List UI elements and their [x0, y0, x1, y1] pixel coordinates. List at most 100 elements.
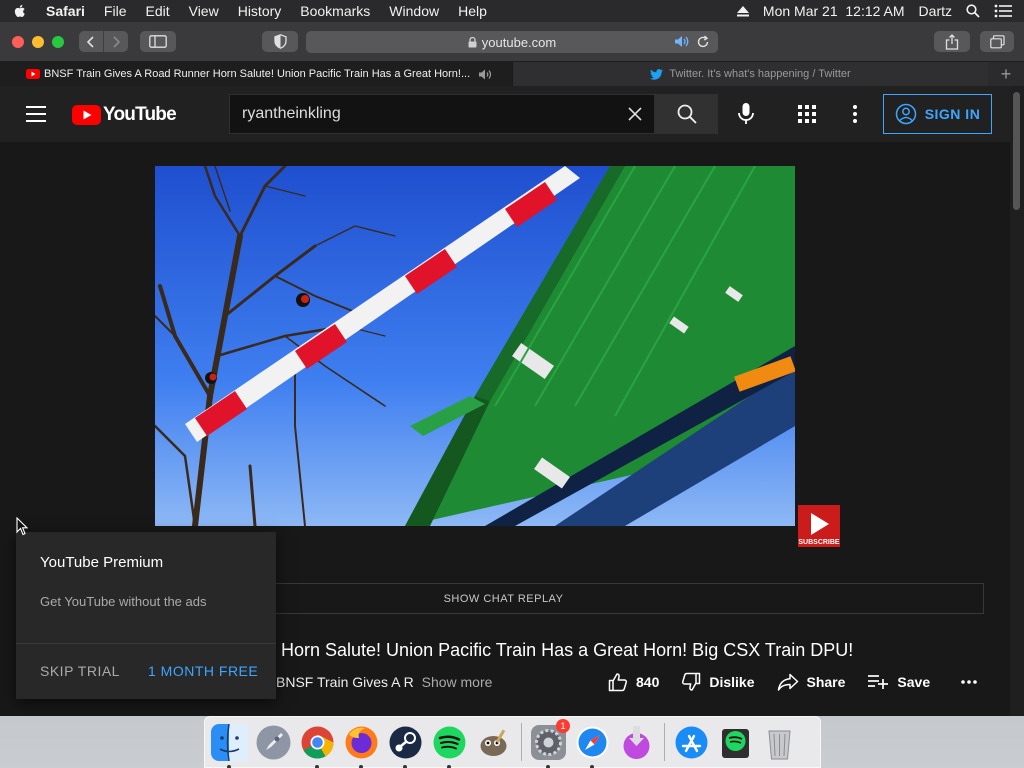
spotify-alt-icon[interactable]: [717, 724, 754, 761]
app-store-icon[interactable]: [673, 724, 710, 761]
menubar-user[interactable]: Dartz: [919, 3, 952, 19]
menu-bar: Safari File Edit View History Bookmarks …: [0, 0, 1024, 22]
shield-icon: [273, 34, 287, 49]
show-more-link[interactable]: Show more: [422, 674, 493, 690]
menu-edit[interactable]: Edit: [145, 3, 169, 19]
reload-icon[interactable]: [696, 35, 710, 49]
sidebar-toggle-button[interactable]: [140, 31, 176, 52]
share-label: Share: [806, 674, 846, 690]
minimize-window-button[interactable]: [32, 36, 44, 48]
notification-badge: 1: [556, 718, 570, 733]
safari-toolbar: youtube.com: [0, 22, 1024, 62]
youtube-logo[interactable]: YouTube: [72, 104, 177, 126]
video-description: BNSF Train Gives A R Show more: [276, 674, 492, 690]
address-bar[interactable]: youtube.com: [306, 31, 718, 53]
tabs-icon: [989, 34, 1005, 48]
eject-icon[interactable]: [736, 5, 749, 17]
tab-bar: BNSF Train Gives A Road Runner Horn Salu…: [0, 62, 1024, 86]
safari-icon[interactable]: [574, 724, 611, 768]
one-month-free-button[interactable]: 1 MONTH FREE: [148, 663, 258, 679]
youtube-logo-icon: [72, 105, 101, 125]
thumbs-down-icon: [682, 672, 701, 691]
window-controls: [12, 36, 64, 48]
menu-safari[interactable]: Safari: [46, 3, 85, 19]
mouse-cursor-icon: [16, 517, 28, 536]
video-player[interactable]: [155, 166, 795, 526]
menu-view[interactable]: View: [189, 3, 219, 19]
tab-youtube-video[interactable]: BNSF Train Gives A Road Runner Horn Salu…: [0, 62, 512, 86]
dock-separator: [521, 723, 522, 761]
menu-help[interactable]: Help: [458, 3, 487, 19]
tab-title: Twitter. It's what's happening / Twitter: [669, 68, 851, 80]
dislike-label: Dislike: [709, 674, 755, 690]
lock-icon: [468, 36, 477, 47]
youtube-wordmark: YouTube: [103, 104, 177, 125]
share-video-button[interactable]: Share: [777, 673, 846, 691]
menu-history[interactable]: History: [238, 3, 282, 19]
subscribe-watermark[interactable]: SUBSCRIBE: [798, 505, 840, 547]
back-icon[interactable]: [79, 34, 103, 50]
premium-description: Get YouTube without the ads: [40, 594, 207, 609]
microphone-icon[interactable]: [737, 102, 755, 126]
dock-separator: [664, 723, 665, 761]
notification-center-icon[interactable]: [994, 4, 1012, 18]
finder-icon[interactable]: [211, 723, 248, 768]
firefox-icon[interactable]: [343, 724, 380, 768]
menu-window[interactable]: Window: [389, 3, 439, 19]
close-window-button[interactable]: [12, 36, 24, 48]
youtube-premium-popup: YouTube Premium Get YouTube without the …: [16, 532, 276, 699]
description-snippet: BNSF Train Gives A R: [276, 674, 414, 690]
gimp-icon[interactable]: [475, 724, 512, 761]
system-preferences-icon[interactable]: 1: [530, 718, 570, 768]
sign-in-label: SIGN IN: [924, 106, 981, 122]
fullscreen-window-button[interactable]: [52, 36, 64, 48]
forward-icon[interactable]: [104, 34, 128, 50]
account-icon: [895, 103, 916, 125]
like-count: 840: [636, 674, 660, 690]
save-button[interactable]: Save: [867, 674, 930, 690]
share-button[interactable]: [934, 31, 970, 52]
sign-in-button[interactable]: SIGN IN: [883, 94, 992, 134]
premium-title: YouTube Premium: [40, 554, 164, 571]
settings-more-icon[interactable]: [852, 104, 858, 124]
trash-icon[interactable]: [761, 724, 798, 761]
search-query: ryantheinkling: [242, 105, 341, 122]
share-icon: [945, 33, 959, 50]
spotlight-search-icon[interactable]: [966, 4, 980, 18]
youtube-favicon: [26, 69, 40, 79]
apps-grid-icon[interactable]: [798, 105, 816, 123]
skip-trial-button[interactable]: SKIP TRIAL: [40, 663, 120, 679]
premium-divider: [16, 643, 276, 644]
like-button[interactable]: 840: [608, 672, 659, 692]
chrome-icon[interactable]: [299, 724, 336, 768]
menu-file[interactable]: File: [104, 3, 127, 19]
scrollbar-thumb[interactable]: [1013, 92, 1020, 210]
new-tab-button[interactable]: +: [988, 62, 1024, 86]
save-label: Save: [897, 674, 931, 690]
search-input[interactable]: ryantheinkling: [229, 94, 655, 134]
more-actions-button[interactable]: [960, 679, 986, 685]
clear-search-icon[interactable]: [628, 107, 642, 121]
subscribe-watermark-label: SUBSCRIBE: [798, 539, 840, 546]
spotify-icon[interactable]: [431, 724, 468, 768]
audio-playing-icon[interactable]: [674, 35, 690, 48]
tab-overview-button[interactable]: [980, 31, 1014, 52]
share-arrow-icon: [777, 673, 798, 691]
guide-menu-icon[interactable]: [26, 106, 46, 127]
downloader-icon[interactable]: [618, 724, 655, 761]
apple-icon[interactable]: [12, 3, 28, 19]
muted-speaker-icon[interactable]: [478, 69, 493, 80]
tab-title: BNSF Train Gives A Road Runner Horn Salu…: [44, 68, 471, 80]
page-scrollbar[interactable]: [1010, 86, 1024, 716]
menu-bookmarks[interactable]: Bookmarks: [300, 3, 370, 19]
tab-twitter[interactable]: Twitter. It's what's happening / Twitter: [512, 62, 988, 86]
youtube-header: YouTube ryantheinkling SIGN IN: [0, 86, 1010, 142]
menubar-clock[interactable]: Mon Mar 21 12:12 AM: [763, 3, 905, 19]
launchpad-icon[interactable]: [255, 724, 292, 761]
dislike-button[interactable]: Dislike: [681, 672, 755, 692]
privacy-report-button[interactable]: [262, 31, 298, 52]
steam-icon[interactable]: [387, 724, 424, 768]
twitter-favicon: [650, 68, 664, 80]
search-button[interactable]: [655, 94, 718, 134]
more-horizontal-icon: [961, 680, 977, 684]
